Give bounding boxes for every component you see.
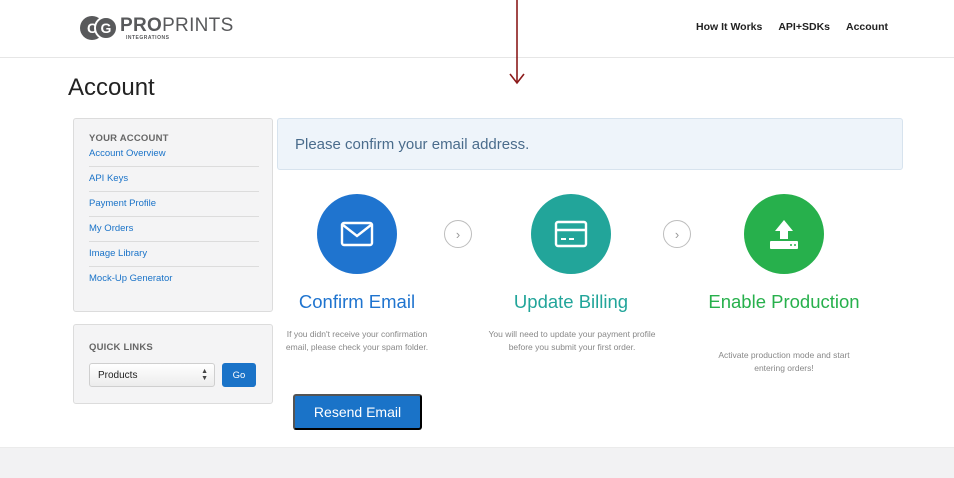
quick-links-panel: QUICK LINKS Products ▲ ▼ Go [73,324,273,404]
page: C G PROPRINTS INTEGRATIONS How It Works … [0,0,954,478]
quick-links-select[interactable]: Products ▲ ▼ [89,363,215,387]
page-footer [0,447,954,478]
page-title: Account [68,74,155,101]
update-billing-title: Update Billing [513,291,629,312]
confirm-email-step-icon [317,194,397,274]
enable-production-step-icon [744,194,824,274]
resend-email-button[interactable]: Resend Email [293,394,422,430]
chevron-right-icon: › [444,220,472,248]
confirm-email-text: If you didn't receive your confirmation … [285,329,429,352]
cg-proprints-logo[interactable]: C G PROPRINTS INTEGRATIONS [80,13,234,43]
chevron-right-icon: › [663,220,691,248]
sidebar-item-my-orders[interactable]: My Orders [89,217,259,242]
go-button[interactable]: Go [222,363,256,387]
enable-production-text: Activate production mode and start enter… [718,350,850,373]
update-billing-text: You will need to update your payment pro… [488,329,656,352]
confirm-email-title: Confirm Email [298,291,416,312]
sidebar-item-account-overview[interactable]: Account Overview [89,146,259,167]
enable-production-title: Enable Production [708,291,860,312]
credit-card-icon [554,220,588,248]
upload-icon [770,220,798,249]
logo-circle-g: G [94,16,118,40]
main-nav: How It Works API+SDKs Account [696,21,888,33]
logo-mark: C G [80,16,118,40]
envelope-icon [340,221,374,247]
account-sidebar: YOUR ACCOUNT Account Overview API Keys P… [73,118,273,312]
sidebar-item-image-library[interactable]: Image Library [89,242,259,267]
quick-links-select-value: Products [98,369,138,381]
confirm-email-alert: Please confirm your email address. [277,118,903,170]
sidebar-menu: Account Overview API Keys Payment Profil… [89,146,259,291]
update-billing-step-icon [531,194,611,274]
quick-links-heading: QUICK LINKS [89,342,153,353]
logo-brand: PROPRINTS [120,16,234,35]
sidebar-item-api-keys[interactable]: API Keys [89,167,259,192]
nav-how-it-works[interactable]: How It Works [696,21,762,33]
sidebar-heading: YOUR ACCOUNT [89,133,169,144]
sidebar-item-payment-profile[interactable]: Payment Profile [89,192,259,217]
top-navbar: C G PROPRINTS INTEGRATIONS How It Works … [0,0,954,58]
nav-account[interactable]: Account [846,21,888,33]
annotation-arrow-icon [509,0,525,85]
select-caret-icon: ▲ ▼ [201,368,208,382]
logo-brand-bold: PRO [120,14,163,36]
sidebar-item-mock-up-generator[interactable]: Mock-Up Generator [89,267,259,291]
logo-subtitle: INTEGRATIONS [126,34,170,41]
nav-api-sdks[interactable]: API+SDKs [778,21,830,33]
logo-brand-light: PRINTS [162,14,234,36]
quick-links-row: Products ▲ ▼ Go [89,363,257,387]
logo-wordmark: PROPRINTS INTEGRATIONS [120,16,234,41]
